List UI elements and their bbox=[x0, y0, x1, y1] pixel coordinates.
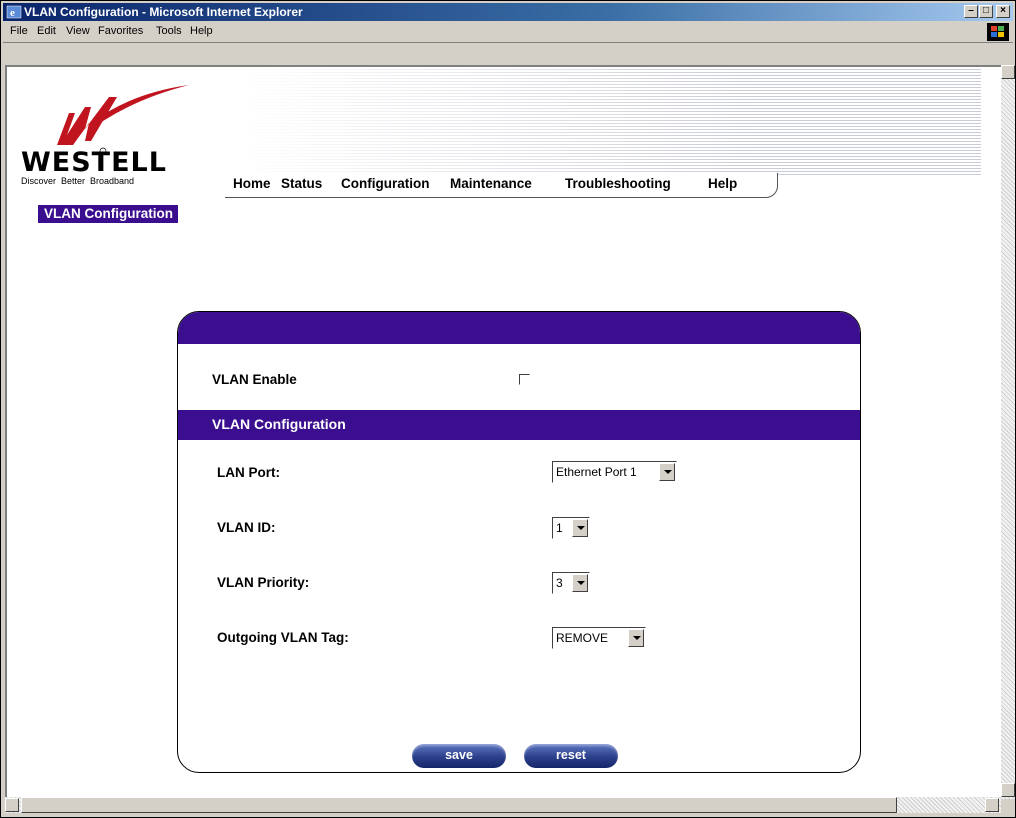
vlan-config-panel: VLAN Enable VLAN Configuration LAN Port:… bbox=[177, 311, 861, 773]
vlan-id-value: 1 bbox=[556, 521, 563, 535]
vlan-enable-checkbox[interactable] bbox=[519, 374, 530, 385]
menu-bar: File Edit View Favorites Tools Help bbox=[3, 22, 1013, 43]
maximize-button[interactable]: □ bbox=[979, 5, 993, 18]
browser-window: e VLAN Configuration - Microsoft Interne… bbox=[0, 0, 1016, 818]
nav-status[interactable]: Status bbox=[281, 176, 322, 191]
panel-header-bar bbox=[178, 312, 860, 344]
save-button[interactable]: save bbox=[412, 744, 506, 768]
reset-button[interactable]: reset bbox=[524, 744, 618, 768]
chevron-down-icon[interactable] bbox=[659, 463, 675, 481]
vlan-id-select[interactable]: 1 bbox=[552, 517, 590, 539]
nav-maintenance[interactable]: Maintenance bbox=[450, 176, 532, 191]
page-content: WESTELL Discover Better Broadband Home S… bbox=[5, 65, 1003, 799]
vlan-priority-select[interactable]: 3 bbox=[552, 572, 590, 594]
scroll-right-icon[interactable] bbox=[985, 798, 999, 812]
menu-file[interactable]: File bbox=[10, 25, 28, 37]
scroll-left-icon[interactable] bbox=[5, 798, 19, 812]
section-header: VLAN Configuration bbox=[178, 410, 860, 440]
minimize-button[interactable]: – bbox=[964, 5, 978, 18]
brand-tagline: Discover Better Broadband bbox=[21, 176, 135, 186]
chevron-down-icon[interactable] bbox=[628, 629, 644, 647]
section-title: VLAN Configuration bbox=[212, 416, 346, 432]
vlan-priority-value: 3 bbox=[556, 576, 563, 590]
outgoing-vlan-tag-select[interactable]: REMOVE bbox=[552, 627, 646, 649]
nav-home[interactable]: Home bbox=[233, 176, 271, 191]
ie-icon: e bbox=[6, 5, 22, 19]
westell-logo-icon bbox=[57, 85, 189, 155]
horizontal-scroll-thumb[interactable] bbox=[21, 797, 897, 813]
page-title: VLAN Configuration bbox=[38, 205, 178, 223]
menu-view[interactable]: View bbox=[66, 25, 90, 37]
lan-port-label: LAN Port: bbox=[217, 465, 280, 480]
vlan-enable-label: VLAN Enable bbox=[212, 372, 297, 387]
nav-troubleshooting[interactable]: Troubleshooting bbox=[565, 176, 671, 191]
outgoing-vlan-tag-value: REMOVE bbox=[556, 631, 609, 645]
close-button[interactable]: × bbox=[996, 5, 1010, 18]
lan-port-value: Ethernet Port 1 bbox=[556, 465, 637, 479]
title-bar[interactable]: e VLAN Configuration - Microsoft Interne… bbox=[3, 3, 1013, 21]
menu-edit[interactable]: Edit bbox=[37, 25, 56, 37]
lan-port-select[interactable]: Ethernet Port 1 bbox=[552, 461, 677, 483]
chevron-down-icon[interactable] bbox=[572, 574, 588, 592]
scroll-down-icon[interactable] bbox=[1001, 783, 1015, 797]
window-title: VLAN Configuration - Microsoft Internet … bbox=[24, 5, 303, 19]
chevron-down-icon[interactable] bbox=[572, 519, 588, 537]
svg-text:e: e bbox=[10, 7, 15, 19]
main-nav: Home Status Configuration Maintenance Tr… bbox=[225, 173, 778, 198]
menu-help[interactable]: Help bbox=[190, 25, 213, 37]
vertical-scrollbar[interactable] bbox=[1001, 65, 1015, 799]
scroll-up-icon[interactable] bbox=[1001, 65, 1015, 79]
horizontal-scrollbar[interactable] bbox=[5, 797, 1001, 813]
nav-configuration[interactable]: Configuration bbox=[341, 176, 429, 191]
windows-logo-icon bbox=[987, 23, 1009, 41]
menu-favorites[interactable]: Favorites bbox=[98, 25, 143, 37]
vlan-id-label: VLAN ID: bbox=[217, 520, 276, 535]
outgoing-vlan-tag-label: Outgoing VLAN Tag: bbox=[217, 630, 349, 645]
menu-tools[interactable]: Tools bbox=[156, 25, 182, 37]
nav-help[interactable]: Help bbox=[708, 176, 737, 191]
vlan-priority-label: VLAN Priority: bbox=[217, 575, 310, 590]
brand-name: WESTELL bbox=[21, 147, 167, 178]
